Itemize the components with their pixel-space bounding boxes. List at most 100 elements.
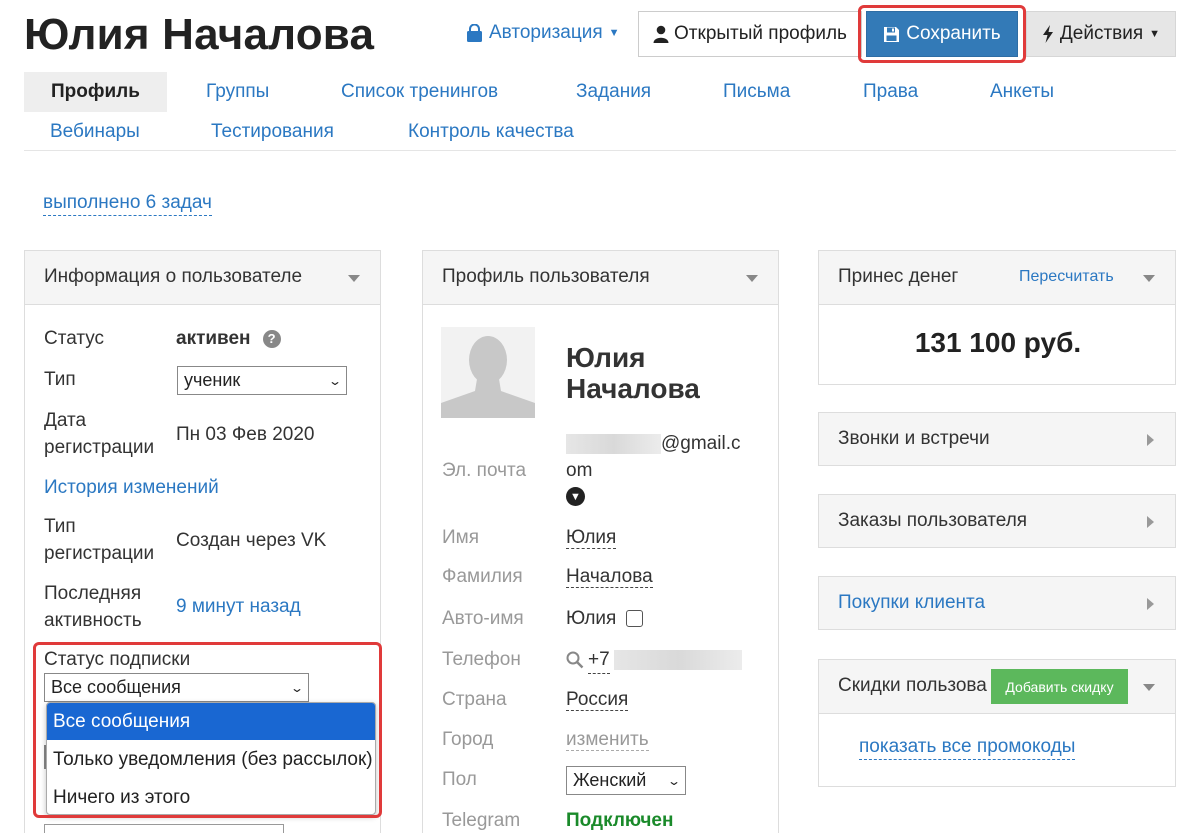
panel-header[interactable]: Принес денег Пересчитать bbox=[819, 251, 1175, 305]
last-name-value: Началова bbox=[566, 566, 653, 588]
panel-header[interactable]: Информация о пользователе bbox=[25, 251, 380, 305]
reg-type-value: Создан через VK bbox=[176, 530, 327, 551]
tab-profile[interactable]: Профиль bbox=[24, 72, 167, 112]
reg-date-value: Пн 03 Фев 2020 bbox=[176, 424, 315, 445]
search-icon[interactable] bbox=[566, 651, 584, 669]
expand-triangle-icon bbox=[1147, 516, 1154, 528]
avatar-placeholder-icon[interactable] bbox=[441, 327, 535, 418]
save-button-highlight bbox=[858, 5, 1026, 63]
email-domain-text: @gmail.c bbox=[661, 433, 741, 454]
first-name-label: Имя bbox=[442, 527, 480, 548]
tab-trainings[interactable]: Список тренингов bbox=[341, 81, 498, 103]
user-type-value: ученик bbox=[184, 370, 241, 390]
collapse-triangle-icon bbox=[746, 275, 758, 282]
gender-value: Женский bbox=[573, 770, 647, 790]
panel-title: Скидки пользова bbox=[838, 675, 987, 696]
reg-date-label-line1: Дата bbox=[44, 410, 87, 431]
tab-webinars[interactable]: Вебинары bbox=[50, 121, 140, 143]
phone-field[interactable]: +7 bbox=[566, 646, 742, 674]
caret-down-icon: ▼ bbox=[1149, 28, 1161, 40]
hidden-button-edge bbox=[44, 824, 284, 833]
recalculate-link[interactable]: Пересчитать bbox=[1019, 268, 1114, 286]
country-field[interactable]: Россия bbox=[566, 686, 629, 713]
open-profile-label: Открытый профиль bbox=[674, 23, 847, 44]
status-label: Статус bbox=[44, 328, 105, 349]
show-promocodes-link[interactable]: показать все промокоды bbox=[859, 735, 1076, 760]
country-value: Россия bbox=[566, 689, 629, 711]
first-name-value: Юлия bbox=[566, 527, 617, 549]
gender-select[interactable]: Женский ⌄ bbox=[566, 766, 686, 795]
chevron-down-icon: ⌄ bbox=[327, 373, 343, 388]
city-label: Город bbox=[442, 729, 494, 750]
open-profile-button[interactable]: Открытый профиль bbox=[638, 11, 862, 57]
blurred-phone-number bbox=[613, 650, 742, 670]
profile-name-line1: Юлия bbox=[566, 342, 646, 373]
collapse-triangle-icon bbox=[1143, 275, 1155, 282]
lock-icon bbox=[467, 23, 482, 42]
collapse-triangle-icon bbox=[348, 275, 360, 282]
page-title: Юлия Началова bbox=[24, 10, 375, 59]
auto-name-label: Авто-имя bbox=[442, 608, 524, 629]
history-link[interactable]: История изменений bbox=[44, 474, 219, 501]
auth-dropdown[interactable]: Авторизация ▼ bbox=[466, 22, 620, 44]
collapse-triangle-icon bbox=[1143, 684, 1155, 691]
money-value: 131 100 руб. bbox=[914, 327, 1082, 358]
panel-title: Заказы пользователя bbox=[838, 510, 1028, 531]
money-panel: Принес денег Пересчитать bbox=[818, 250, 1176, 385]
city-field[interactable]: изменить bbox=[566, 726, 649, 753]
purchases-panel[interactable]: Покупки клиента bbox=[818, 576, 1176, 630]
status-text: активен bbox=[176, 328, 251, 349]
blurred-email-prefix bbox=[566, 433, 661, 454]
panel-title: Звонки и встречи bbox=[838, 428, 990, 449]
last-name-label: Фамилия bbox=[442, 566, 523, 587]
phone-label: Телефон bbox=[442, 649, 521, 670]
actions-dropdown-button[interactable]: Действия ▼ bbox=[1026, 11, 1176, 57]
panel-title: Профиль пользователя bbox=[442, 266, 650, 287]
user-type-select[interactable]: ученик ⌄ bbox=[177, 366, 347, 395]
tab-testing[interactable]: Тестирования bbox=[211, 121, 334, 143]
auth-label: Авторизация bbox=[489, 22, 603, 43]
lightning-icon bbox=[1042, 25, 1053, 43]
tab-quality-control[interactable]: Контроль качества bbox=[408, 121, 574, 143]
expand-triangle-icon bbox=[1147, 434, 1154, 446]
actions-label: Действия bbox=[1059, 23, 1144, 44]
question-icon[interactable]: ? bbox=[262, 329, 281, 348]
status-value: активен? bbox=[176, 325, 281, 352]
add-discount-button[interactable]: Добавить скидку bbox=[991, 669, 1128, 704]
email-value-line1[interactable]: @gmail.c bbox=[566, 430, 740, 457]
orders-panel[interactable]: Заказы пользователя bbox=[818, 494, 1176, 548]
type-label: Тип bbox=[44, 369, 76, 390]
panel-title: Покупки клиента bbox=[838, 592, 986, 613]
tab-groups[interactable]: Группы bbox=[206, 81, 269, 103]
reg-type-label-line1: Тип bbox=[44, 516, 76, 537]
last-activity-label-line1: Последняя bbox=[44, 583, 142, 604]
first-name-field[interactable]: Юлия bbox=[566, 524, 617, 551]
auto-name-field: Юлия bbox=[566, 605, 644, 632]
country-label: Страна bbox=[442, 689, 507, 710]
telegram-status: Подключен bbox=[566, 810, 674, 831]
profile-name-line2: Началова bbox=[566, 373, 700, 404]
phone-prefix: +7 bbox=[588, 646, 610, 674]
reg-type-label-line2: регистрации bbox=[44, 543, 155, 564]
gender-label: Пол bbox=[442, 769, 477, 790]
email-label: Эл. почта bbox=[442, 460, 527, 481]
tabs-divider bbox=[24, 150, 1176, 151]
auto-name-value: Юлия bbox=[566, 608, 617, 629]
reg-date-label-line2: регистрации bbox=[44, 437, 155, 458]
panel-title: Принес денег bbox=[838, 266, 959, 287]
calls-panel[interactable]: Звонки и встречи bbox=[818, 412, 1176, 466]
telegram-label: Telegram bbox=[442, 810, 521, 831]
tab-tasks[interactable]: Задания bbox=[576, 81, 651, 103]
last-name-field[interactable]: Началова bbox=[566, 563, 653, 590]
last-activity-label-line2: активность bbox=[44, 610, 142, 631]
expand-triangle-icon bbox=[1147, 598, 1154, 610]
last-activity-value[interactable]: 9 минут назад bbox=[176, 593, 301, 620]
tab-forms[interactable]: Анкеты bbox=[990, 81, 1054, 103]
completed-tasks-link[interactable]: выполнено 6 задач bbox=[43, 192, 212, 216]
chevron-down-icon: ⌄ bbox=[666, 773, 682, 788]
chevron-circle-down-icon[interactable]: ▼ bbox=[566, 487, 585, 506]
panel-header[interactable]: Профиль пользователя bbox=[423, 251, 778, 305]
tab-letters[interactable]: Письма bbox=[723, 81, 790, 103]
auto-name-checkbox[interactable] bbox=[626, 610, 644, 628]
tab-rights[interactable]: Права bbox=[863, 81, 918, 103]
